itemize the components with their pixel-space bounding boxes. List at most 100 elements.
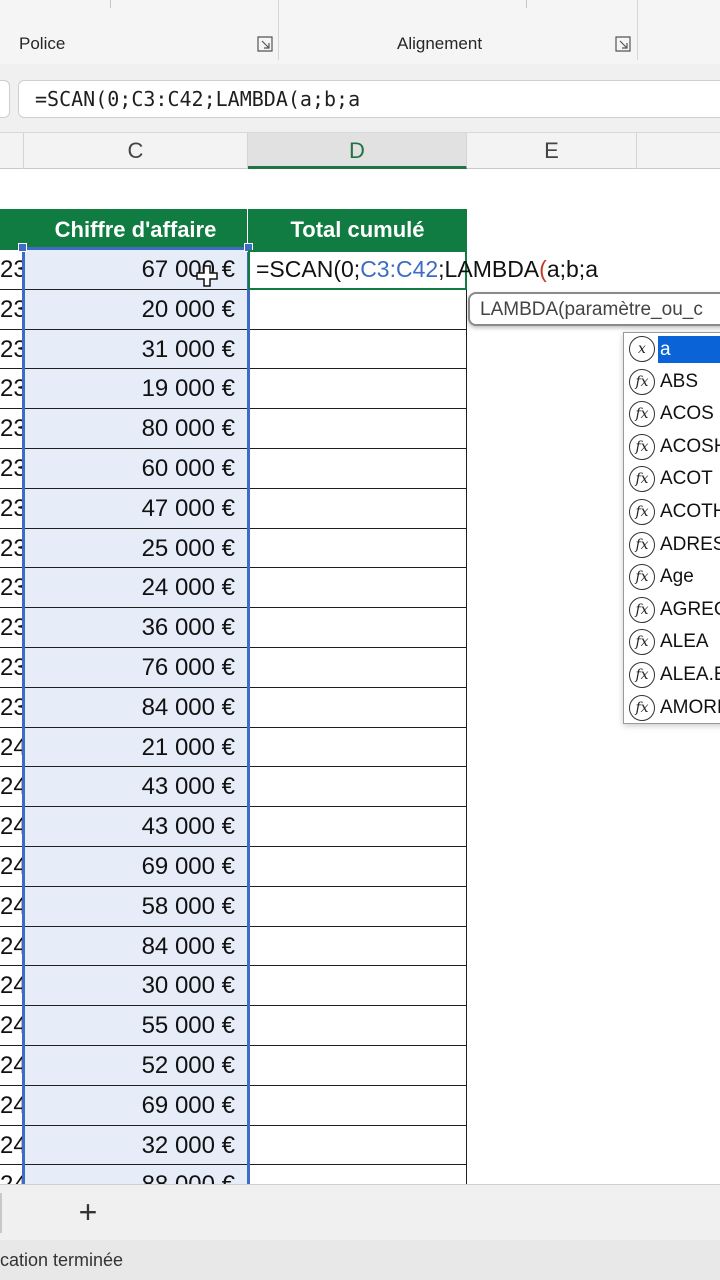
autocomplete-item[interactable]: fxAGREGAT [624, 594, 720, 627]
column-header-f[interactable] [637, 133, 720, 169]
cell-year[interactable]: 23 [0, 369, 24, 410]
cell-year[interactable]: 24 [0, 1086, 24, 1126]
cell-chiffre-affaire[interactable]: 36 000 € [24, 608, 248, 648]
cell-total-cumule[interactable] [248, 1046, 467, 1086]
cell-chiffre-affaire[interactable]: 76 000 € [24, 648, 248, 688]
cell-total-cumule[interactable] [248, 847, 467, 887]
cell-chiffre-affaire[interactable]: 19 000 € [24, 369, 248, 410]
cell-chiffre-affaire[interactable]: 25 000 € [24, 528, 248, 569]
cell-chiffre-affaire[interactable]: 24 000 € [24, 568, 248, 609]
cell-chiffre-affaire[interactable]: 30 000 € [24, 966, 248, 1007]
dialog-launcher-icon[interactable] [257, 36, 273, 52]
cell-total-cumule[interactable] [248, 1085, 467, 1126]
cell-year[interactable]: 24 [0, 807, 24, 847]
autocomplete-item[interactable]: fxACOSH [624, 431, 720, 464]
cell-total-cumule[interactable] [248, 528, 467, 569]
cell-total-cumule[interactable] [248, 767, 467, 808]
cell-total-cumule[interactable] [248, 648, 467, 688]
cell-chiffre-affaire[interactable]: 69 000 € [24, 847, 248, 887]
cell-total-cumule[interactable] [248, 289, 467, 330]
cell-chiffre-affaire[interactable]: 21 000 € [24, 727, 248, 768]
cell-chiffre-affaire[interactable]: 47 000 € [24, 488, 248, 529]
cell-chiffre-affaire[interactable]: 60 000 € [24, 449, 248, 489]
function-tooltip[interactable]: LAMBDA(paramètre_ou_c [468, 292, 720, 326]
cell-year[interactable]: 24 [0, 966, 24, 1007]
cell-total-cumule[interactable] [248, 369, 467, 410]
cell-year[interactable]: 23 [0, 489, 24, 529]
cell-total-cumule[interactable] [248, 568, 467, 609]
cell-year[interactable]: 23 [0, 449, 24, 489]
cell-total-cumule[interactable] [248, 1006, 467, 1046]
cell-year[interactable]: 24 [0, 1126, 24, 1166]
selection-handle[interactable] [18, 243, 27, 252]
cell-chiffre-affaire[interactable]: 69 000 € [24, 1085, 248, 1126]
cell-year[interactable]: 23 [0, 250, 24, 290]
formula-autocomplete-list[interactable]: xafxABSfxACOSfxACOSHfxACOTfxACOTHfxADRES… [623, 332, 720, 724]
cell-chiffre-affaire[interactable]: 20 000 € [24, 289, 248, 330]
dialog-launcher-icon[interactable] [615, 36, 631, 52]
cell-year[interactable]: 23 [0, 648, 24, 688]
cell-chiffre-affaire[interactable]: 84 000 € [24, 687, 248, 728]
autocomplete-item[interactable]: fx ALEA [624, 626, 720, 659]
cell-year[interactable]: 24 [0, 887, 24, 927]
cell-total-cumule[interactable] [248, 886, 467, 927]
autocomplete-item[interactable]: fxALEA.ENTRE.BORNES [624, 659, 720, 692]
cell-year[interactable]: 24 [0, 847, 24, 887]
cell-total-cumule[interactable] [248, 488, 467, 529]
open-paren: ( [539, 256, 547, 282]
column-header-d[interactable]: D [248, 133, 467, 169]
active-cell-d3[interactable]: =SCAN(0;C3:C42;LAMBDA(a;b;a [248, 250, 598, 290]
cell-total-cumule[interactable] [248, 926, 467, 967]
cell-total-cumule[interactable] [248, 409, 467, 449]
autocomplete-item[interactable]: xa [624, 333, 720, 366]
cell-year[interactable]: 23 [0, 608, 24, 648]
cell-chiffre-affaire[interactable]: 55 000 € [24, 1006, 248, 1046]
cell-total-cumule[interactable] [248, 1165, 467, 1184]
cell-year[interactable]: 23 [0, 568, 24, 609]
cell-year[interactable]: 24 [0, 1006, 24, 1046]
cell-chiffre-affaire[interactable]: 43 000 € [24, 807, 248, 847]
autocomplete-item[interactable]: fxAMORDEGRC [624, 692, 720, 723]
autocomplete-item[interactable]: fx ACOS [624, 398, 720, 431]
autocomplete-item[interactable]: fx Age [624, 561, 720, 594]
cell-chiffre-affaire[interactable]: 31 000 € [24, 329, 248, 370]
cell-chiffre-affaire[interactable]: 58 000 € [24, 886, 248, 927]
cell-year[interactable]: 23 [0, 330, 24, 370]
cell-total-cumule[interactable] [248, 807, 467, 847]
column-header-c[interactable]: C [24, 133, 248, 169]
cell-year[interactable]: 24 [0, 728, 24, 768]
cell-total-cumule[interactable] [248, 449, 467, 489]
cell-total-cumule[interactable] [248, 966, 467, 1007]
add-sheet-button[interactable]: + [72, 1195, 104, 1231]
column-header-e[interactable]: E [467, 133, 637, 169]
autocomplete-item[interactable]: fxADRESSE [624, 529, 720, 562]
autocomplete-item[interactable]: fx ABS [624, 366, 720, 399]
cell-year[interactable]: 23 [0, 688, 24, 728]
table-header-total-cumule[interactable]: Total cumulé [248, 209, 467, 250]
cell-year[interactable]: 24 [0, 1165, 24, 1184]
cell-year[interactable]: 23 [0, 529, 24, 569]
table-row: 2469 000 € [0, 847, 470, 887]
cell-year[interactable]: 23 [0, 290, 24, 330]
name-box[interactable] [0, 80, 10, 118]
cell-chiffre-affaire[interactable]: 84 000 € [24, 926, 248, 967]
cell-chiffre-affaire[interactable]: 88 000 € [24, 1165, 248, 1184]
cell-total-cumule[interactable] [248, 608, 467, 648]
cell-total-cumule[interactable] [248, 687, 467, 728]
table-header-chiffre-affaire[interactable]: Chiffre d'affaire [24, 209, 248, 250]
cell-year[interactable]: 24 [0, 767, 24, 808]
autocomplete-item[interactable]: fx ACOT [624, 463, 720, 496]
formula-bar[interactable]: =SCAN(0;C3:C42;LAMBDA(a;b;a [18, 80, 720, 118]
cell-year[interactable]: 24 [0, 927, 24, 967]
cell-chiffre-affaire[interactable]: 80 000 € [24, 409, 248, 449]
cell-total-cumule[interactable] [248, 727, 467, 768]
cell-year[interactable]: 23 [0, 409, 24, 449]
cell-chiffre-affaire[interactable]: 52 000 € [24, 1046, 248, 1086]
cell-chiffre-affaire[interactable]: 43 000 € [24, 767, 248, 808]
cell-total-cumule[interactable] [248, 329, 467, 370]
autocomplete-item[interactable]: fx ACOTH [624, 496, 720, 529]
cell-chiffre-affaire[interactable]: 32 000 € [24, 1125, 248, 1166]
cell-total-cumule[interactable] [248, 1125, 467, 1166]
column-header-b[interactable] [0, 133, 24, 169]
cell-year[interactable]: 24 [0, 1046, 24, 1086]
